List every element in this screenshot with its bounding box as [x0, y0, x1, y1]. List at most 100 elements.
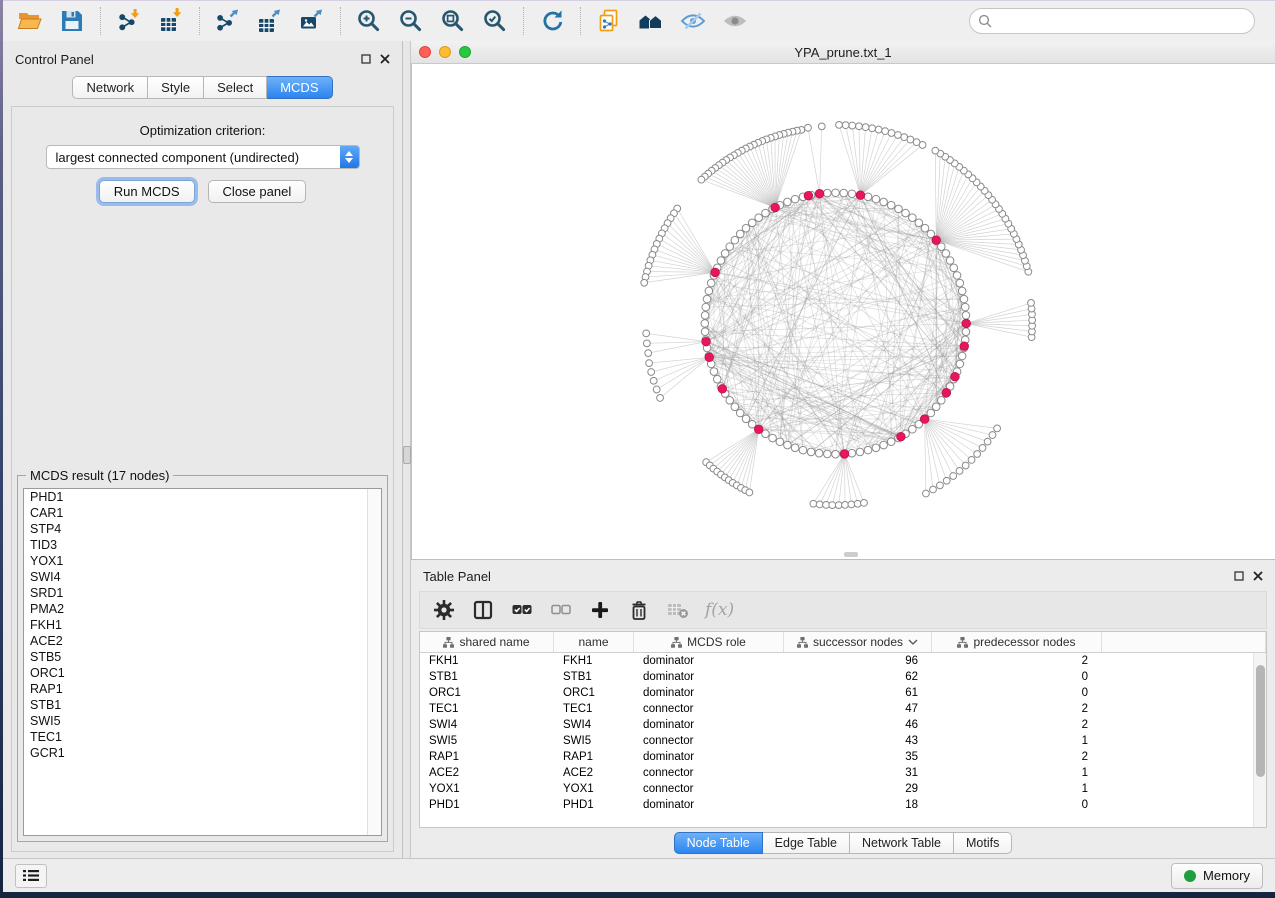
mcds-node[interactable]	[897, 432, 906, 441]
mcds-node[interactable]	[856, 191, 865, 200]
table-scrollbar-thumb[interactable]	[1256, 665, 1265, 777]
table-row[interactable]: YOX1YOX1connector291	[420, 781, 1266, 797]
splitter-grip[interactable]	[403, 446, 411, 464]
show-all-button[interactable]	[714, 4, 756, 38]
mcds-node[interactable]	[771, 203, 780, 212]
mcds-node[interactable]	[705, 353, 714, 362]
mcds-node[interactable]	[702, 337, 711, 346]
mcds-node[interactable]	[920, 415, 929, 424]
tab-node-table[interactable]: Node Table	[674, 832, 763, 854]
mcds-result-item[interactable]: TID3	[24, 537, 381, 553]
mcds-node[interactable]	[932, 236, 941, 245]
save-button[interactable]	[51, 4, 93, 38]
table-scrollbar[interactable]	[1253, 653, 1266, 827]
tab-motifs[interactable]: Motifs	[954, 832, 1012, 854]
mcds-node[interactable]	[711, 268, 720, 277]
delete-table-button[interactable]	[666, 598, 690, 622]
columns-button[interactable]	[471, 598, 495, 622]
network-graph[interactable]	[412, 64, 1275, 559]
float-table-panel-icon[interactable]	[1234, 571, 1244, 581]
table-row[interactable]: TEC1TEC1connector472	[420, 701, 1266, 717]
table-row[interactable]: FKH1FKH1dominator962	[420, 653, 1266, 669]
tab-style[interactable]: Style	[148, 76, 204, 99]
mcds-result-item[interactable]: STB1	[24, 697, 381, 713]
mcds-result-item[interactable]: TEC1	[24, 729, 381, 745]
run-mcds-button[interactable]: Run MCDS	[99, 180, 195, 203]
mcds-result-item[interactable]: ACE2	[24, 633, 381, 649]
table-row[interactable]: SWI4SWI4dominator462	[420, 717, 1266, 733]
tab-network-table[interactable]: Network Table	[850, 832, 954, 854]
memory-button[interactable]: Memory	[1171, 863, 1263, 889]
mcds-node[interactable]	[718, 385, 727, 394]
mcds-node[interactable]	[951, 372, 960, 381]
mcds-result-item[interactable]: SRD1	[24, 585, 381, 601]
search-box[interactable]	[969, 8, 1255, 34]
mcds-node[interactable]	[962, 319, 971, 328]
zoom-out-button[interactable]	[390, 4, 432, 38]
tab-select[interactable]: Select	[204, 76, 267, 99]
table-row[interactable]: RAP1RAP1dominator352	[420, 749, 1266, 765]
zoom-in-button[interactable]	[348, 4, 390, 38]
mcds-result-item[interactable]: CAR1	[24, 505, 381, 521]
mcds-result-item[interactable]: PHD1	[24, 489, 381, 505]
deselect-all-button[interactable]	[549, 598, 573, 622]
mcds-node[interactable]	[815, 189, 824, 198]
zoom-fit-button[interactable]	[432, 4, 474, 38]
mcds-result-item[interactable]: STP4	[24, 521, 381, 537]
export-network-button[interactable]	[207, 4, 249, 38]
mcds-result-item[interactable]: SWI4	[24, 569, 381, 585]
tab-network[interactable]: Network	[72, 76, 148, 99]
duplicate-network-button[interactable]	[588, 4, 630, 38]
mcds-node[interactable]	[942, 388, 951, 397]
first-neighbors-button[interactable]	[630, 4, 672, 38]
refresh-button[interactable]	[531, 4, 573, 38]
open-folder-button[interactable]	[9, 4, 51, 38]
delete-button[interactable]	[627, 598, 651, 622]
mcds-result-item[interactable]: ORC1	[24, 665, 381, 681]
mcds-result-item[interactable]: GCR1	[24, 745, 381, 761]
mcds-node[interactable]	[840, 450, 849, 459]
table-row[interactable]: STB1STB1dominator620	[420, 669, 1266, 685]
column-header-MCDS-role[interactable]: MCDS role	[634, 632, 784, 652]
mcds-result-item[interactable]: YOX1	[24, 553, 381, 569]
close-panel-icon[interactable]	[380, 54, 390, 64]
canvas-hscroll-thumb[interactable]	[844, 552, 858, 557]
table-row[interactable]: PHD1PHD1dominator180	[420, 797, 1266, 813]
mcds-result-item[interactable]: PMA2	[24, 601, 381, 617]
tab-mcds[interactable]: MCDS	[267, 76, 332, 99]
column-header-successor-nodes[interactable]: successor nodes	[784, 632, 932, 652]
table-row[interactable]: ORC1ORC1dominator610	[420, 685, 1266, 701]
mcds-list-scrollbar[interactable]	[367, 489, 381, 835]
column-header-name[interactable]: name	[554, 632, 634, 652]
column-header-predecessor-nodes[interactable]: predecessor nodes	[932, 632, 1102, 652]
mcds-node[interactable]	[754, 425, 763, 434]
import-table-button[interactable]	[150, 4, 192, 38]
float-panel-icon[interactable]	[361, 54, 371, 64]
export-table-button[interactable]	[249, 4, 291, 38]
mcds-result-item[interactable]: SWI5	[24, 713, 381, 729]
tab-edge-table[interactable]: Edge Table	[763, 832, 850, 854]
mcds-result-item[interactable]: STB5	[24, 649, 381, 665]
zoom-selected-button[interactable]	[474, 4, 516, 38]
mcds-node[interactable]	[804, 191, 813, 200]
function-builder-button[interactable]: f(x)	[705, 600, 734, 620]
search-input[interactable]	[997, 13, 1246, 29]
mcds-result-item[interactable]: FKH1	[24, 617, 381, 633]
panel-splitter[interactable]	[403, 41, 411, 858]
mcds-result-item[interactable]: RAP1	[24, 681, 381, 697]
mcds-node[interactable]	[960, 342, 969, 351]
network-canvas[interactable]	[411, 64, 1275, 559]
gear-button[interactable]	[432, 598, 456, 622]
column-header-shared-name[interactable]: shared name	[420, 632, 554, 652]
close-table-panel-icon[interactable]	[1253, 571, 1263, 581]
select-all-button[interactable]	[510, 598, 534, 622]
table-row[interactable]: SWI5SWI5connector431	[420, 733, 1266, 749]
add-button[interactable]	[588, 598, 612, 622]
task-history-button[interactable]	[15, 864, 47, 888]
table-row[interactable]: ACE2ACE2connector311	[420, 765, 1266, 781]
criterion-dropdown[interactable]: largest connected component (undirected)	[46, 145, 360, 169]
mcds-result-list[interactable]: PHD1CAR1STP4TID3YOX1SWI4SRD1PMA2FKH1ACE2…	[23, 488, 382, 836]
close-panel-button[interactable]: Close panel	[208, 180, 307, 203]
export-image-button[interactable]	[291, 4, 333, 38]
hide-selected-button[interactable]	[672, 4, 714, 38]
